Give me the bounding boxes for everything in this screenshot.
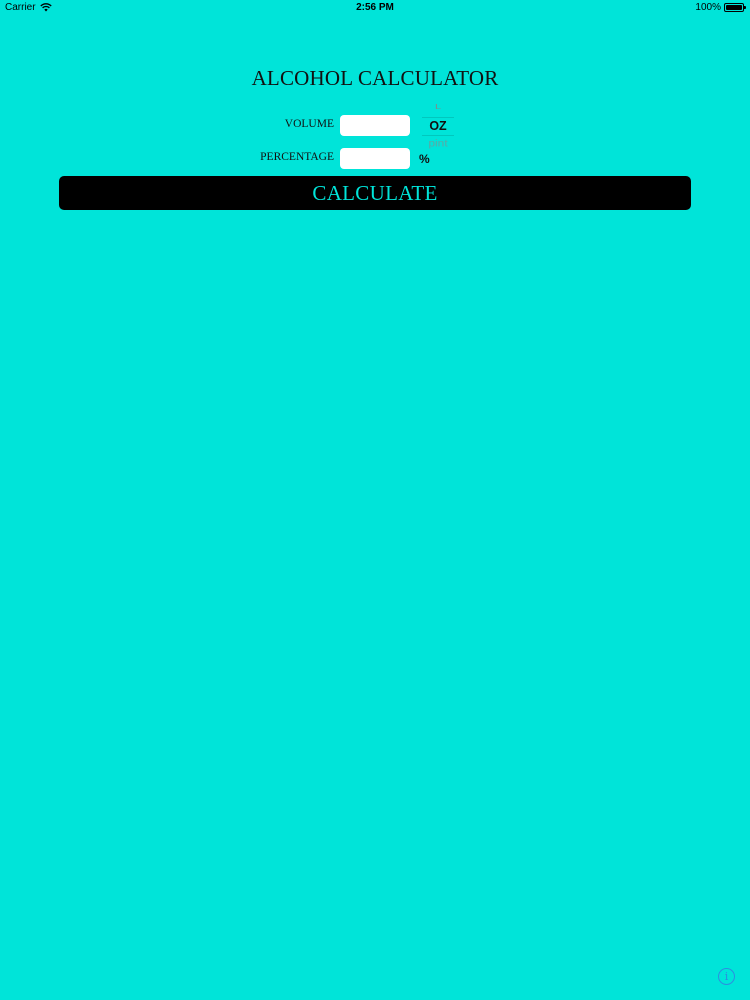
volume-label: VOLUME (284, 118, 334, 130)
percent-sign: % (419, 152, 430, 166)
battery-percentage: 100% (695, 2, 721, 13)
battery-icon (724, 3, 746, 12)
volume-input[interactable] (340, 115, 410, 136)
unit-picker[interactable]: L OZ pint (420, 100, 456, 152)
status-right: 100% (695, 2, 746, 13)
percentage-label: PERCENTAGE (260, 151, 334, 163)
status-bar: Carrier 2:56 PM 100% (0, 0, 750, 16)
unit-option-selected[interactable]: OZ (420, 119, 456, 133)
picker-divider (422, 135, 454, 136)
calculate-button[interactable]: CALCULATE (59, 176, 691, 210)
picker-divider (422, 117, 454, 118)
unit-option-liters[interactable]: L (420, 103, 456, 111)
percentage-input[interactable] (340, 148, 410, 169)
page-title: ALCOHOL CALCULATOR (251, 66, 499, 90)
status-time: 2:56 PM (356, 2, 394, 13)
unit-option-pint[interactable]: pint (420, 137, 456, 149)
info-icon[interactable]: i (718, 968, 735, 985)
